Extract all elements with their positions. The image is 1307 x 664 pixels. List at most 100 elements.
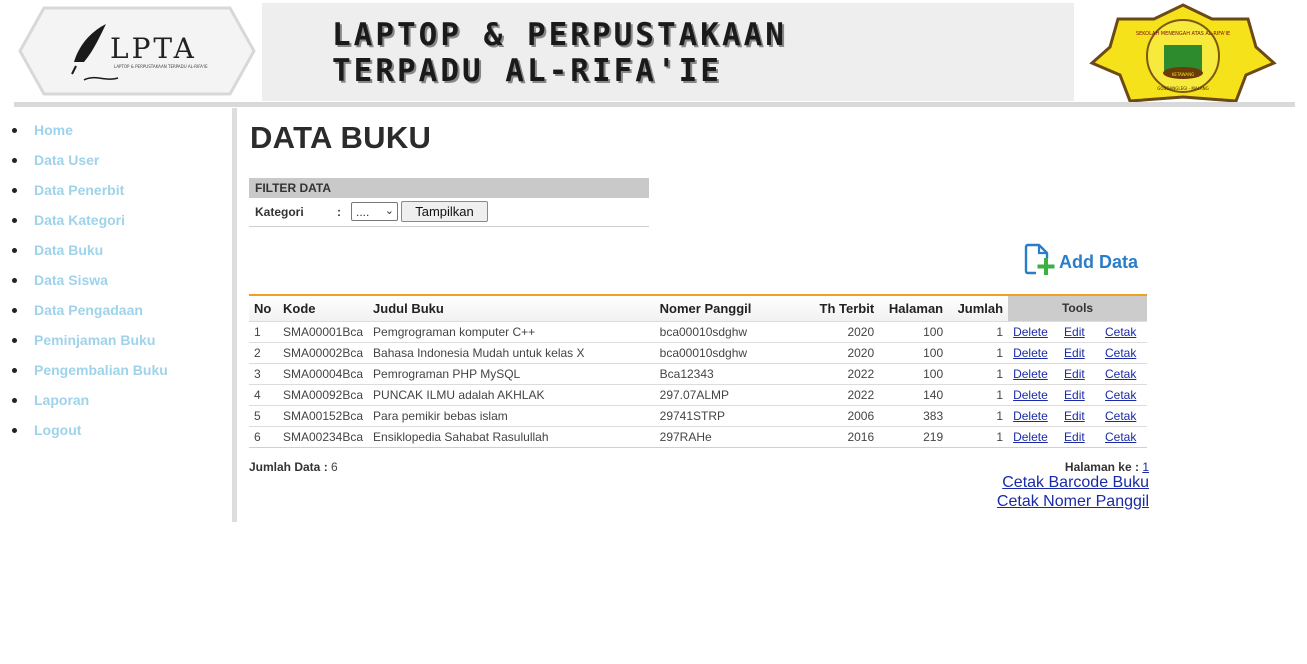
sidebar-item-data-penerbit[interactable]: Data Penerbit <box>12 182 168 212</box>
delete-link[interactable]: Delete <box>1013 325 1048 339</box>
cell-nomer: bca00010sdghw <box>654 320 790 342</box>
kategori-select-value: .... <box>356 205 370 219</box>
cell-no: 6 <box>249 425 278 448</box>
cetak-link[interactable]: Cetak <box>1105 346 1136 360</box>
delete-link[interactable]: Delete <box>1013 346 1048 360</box>
cell-kode: SMA00234Bca <box>277 425 369 448</box>
total-data-label: Jumlah Data : <box>249 460 328 474</box>
cell-jumlah: 1 <box>948 341 1009 363</box>
filter-panel: FILTER DATA Kategori : .... ⌄ Tampilkan <box>249 178 649 227</box>
lpta-logo-tagline: LAPTOP & PERPUSTAKAAN TERPADU AL-RIFA'IE <box>114 64 208 69</box>
banner-title-box: LAPTOP & PERPUSTAKAAN TERPADU AL-RIFA'IE <box>262 3 1074 101</box>
cell-kode: SMA00092Bca <box>277 383 369 405</box>
banner-title: LAPTOP & PERPUSTAKAAN TERPADU AL-RIFA'IE <box>332 17 787 89</box>
sidebar-item-peminjaman-buku[interactable]: Peminjaman Buku <box>12 332 168 362</box>
cetak-link[interactable]: Cetak <box>1105 325 1136 339</box>
pagination-label: Halaman ke : <box>1064 460 1139 474</box>
cell-judul: Ensiklopedia Sahabat Rasulullah <box>368 425 655 448</box>
cell-kode: SMA00001Bca <box>277 320 369 342</box>
total-data: Jumlah Data : 6 <box>249 460 338 474</box>
sidebar-item-data-kategori[interactable]: Data Kategori <box>12 212 168 242</box>
cell-judul: PUNCAK ILMU adalah AKHLAK <box>368 383 655 405</box>
cell-no: 2 <box>249 341 278 363</box>
school-emblem: SEKOLAH MENENGAH ATAS AL-RIFA'IE KETAWAN… <box>1074 1 1292 104</box>
cell-kode: SMA00152Bca <box>277 404 369 426</box>
cell-no: 5 <box>249 404 278 426</box>
cetak-nomer-panggil-link[interactable]: Cetak Nomer Panggil <box>997 493 1149 511</box>
sidebar: Home Data User Data Penerbit Data Katego… <box>0 108 232 522</box>
sidebar-item-data-user[interactable]: Data User <box>12 152 168 182</box>
kategori-select[interactable]: .... ⌄ <box>351 202 398 221</box>
table-row: 1 SMA00001Bca Pemgrograman komputer C++ … <box>249 320 1147 342</box>
tampilkan-button[interactable]: Tampilkan <box>401 201 488 222</box>
edit-link[interactable]: Edit <box>1064 325 1085 339</box>
cell-nomer: Bca12343 <box>654 362 790 384</box>
col-jumlah: Jumlah <box>948 295 1009 321</box>
sidebar-divider <box>232 108 237 522</box>
school-emblem-footer: GONDANGLEGI - MALANG <box>1157 86 1208 91</box>
cell-halaman: 383 <box>879 404 949 426</box>
edit-link[interactable]: Edit <box>1064 430 1085 444</box>
col-th-terbit: Th Terbit <box>789 295 880 321</box>
table-row: 6 SMA00234Bca Ensiklopedia Sahabat Rasul… <box>249 425 1147 448</box>
cell-kode: SMA00002Bca <box>277 341 369 363</box>
cell-nomer: 297.07ALMP <box>654 383 790 405</box>
add-document-icon <box>1024 243 1055 275</box>
filter-colon: : <box>337 205 341 219</box>
cell-terbit: 2022 <box>789 383 880 405</box>
delete-link[interactable]: Delete <box>1013 367 1048 381</box>
col-tools: Tools <box>1008 295 1147 321</box>
delete-link[interactable]: Delete <box>1013 388 1048 402</box>
cetak-link[interactable]: Cetak <box>1105 430 1136 444</box>
edit-link[interactable]: Edit <box>1064 409 1085 423</box>
pagination: Halaman ke : 1 <box>1065 460 1149 474</box>
delete-link[interactable]: Delete <box>1013 409 1048 423</box>
cell-nomer: 297RAHe <box>654 425 790 448</box>
cetak-link[interactable]: Cetak <box>1105 367 1136 381</box>
add-data-button[interactable]: Add Data <box>1023 243 1149 277</box>
page-title: DATA BUKU <box>250 120 432 155</box>
header-divider <box>14 102 1295 107</box>
col-nomer-panggil: Nomer Panggil <box>654 295 790 321</box>
edit-link[interactable]: Edit <box>1064 346 1085 360</box>
col-kode: Kode <box>277 295 369 321</box>
cell-judul: Pemrograman PHP MySQL <box>368 362 655 384</box>
main-content: DATA BUKU FILTER DATA Kategori : .... ⌄ … <box>249 108 1149 522</box>
sidebar-item-home[interactable]: Home <box>12 122 168 152</box>
cell-halaman: 100 <box>879 341 949 363</box>
sidebar-item-laporan[interactable]: Laporan <box>12 392 168 422</box>
table-row: 2 SMA00002Bca Bahasa Indonesia Mudah unt… <box>249 341 1147 363</box>
cell-judul: Bahasa Indonesia Mudah untuk kelas X <box>368 341 655 363</box>
cell-jumlah: 1 <box>948 404 1009 426</box>
lpta-logo-text: LPTA <box>110 32 197 65</box>
delete-link[interactable]: Delete <box>1013 430 1048 444</box>
lpta-logo: LPTA LAPTOP & PERPUSTAKAAN TERPADU AL-RI… <box>14 2 260 100</box>
page-link-1[interactable]: 1 <box>1142 460 1149 474</box>
cell-terbit: 2016 <box>789 425 880 448</box>
edit-link[interactable]: Edit <box>1064 367 1085 381</box>
banner-title-line1: LAPTOP & PERPUSTAKAAN <box>332 17 787 53</box>
cell-kode: SMA00004Bca <box>277 362 369 384</box>
sidebar-item-data-siswa[interactable]: Data Siswa <box>12 272 168 302</box>
sidebar-item-logout[interactable]: Logout <box>12 422 168 452</box>
col-no: No <box>249 295 278 321</box>
cell-judul: Pemgrograman komputer C++ <box>368 320 655 342</box>
total-data-value: 6 <box>331 460 338 474</box>
cell-judul: Para pemikir bebas islam <box>368 404 655 426</box>
sidebar-item-data-pengadaan[interactable]: Data Pengadaan <box>12 302 168 332</box>
cetak-barcode-link[interactable]: Cetak Barcode Buku <box>1002 474 1149 492</box>
cell-nomer: bca00010sdghw <box>654 341 790 363</box>
cetak-link[interactable]: Cetak <box>1105 409 1136 423</box>
cell-nomer: 29741STRP <box>654 404 790 426</box>
edit-link[interactable]: Edit <box>1064 388 1085 402</box>
sidebar-menu: Home Data User Data Penerbit Data Katego… <box>12 122 168 452</box>
cell-jumlah: 1 <box>948 320 1009 342</box>
chevron-down-icon: ⌄ <box>384 205 394 217</box>
col-halaman: Halaman <box>879 295 949 321</box>
cell-jumlah: 1 <box>948 425 1009 448</box>
cell-halaman: 100 <box>879 320 949 342</box>
sidebar-item-data-buku[interactable]: Data Buku <box>12 242 168 272</box>
cetak-link[interactable]: Cetak <box>1105 388 1136 402</box>
cell-terbit: 2022 <box>789 362 880 384</box>
sidebar-item-pengembalian-buku[interactable]: Pengembalian Buku <box>12 362 168 392</box>
